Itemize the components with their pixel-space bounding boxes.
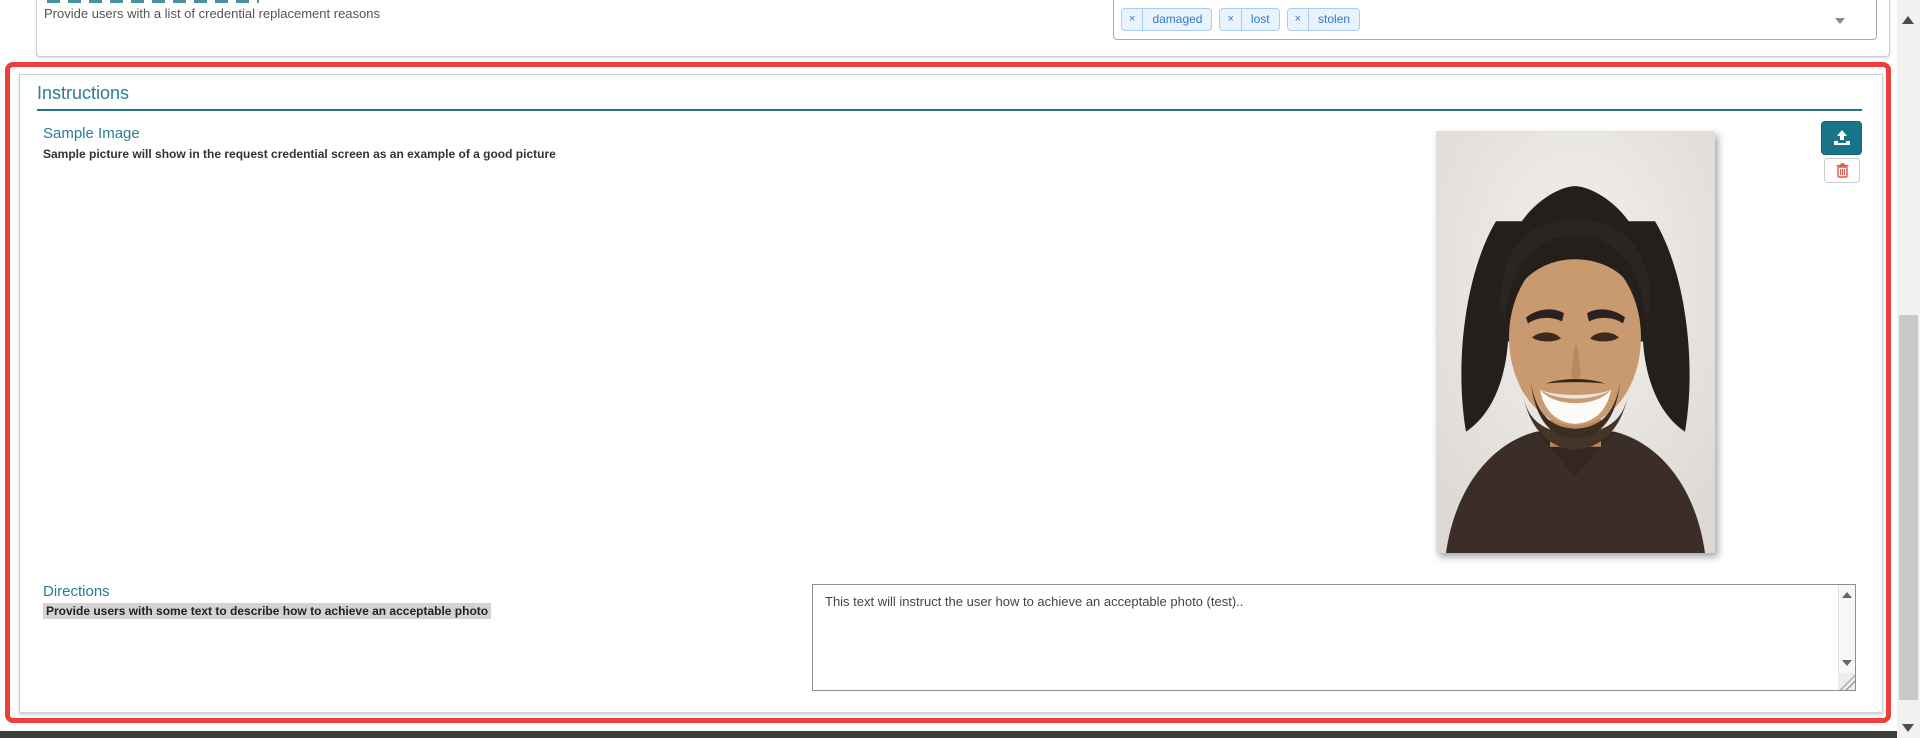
tag-label: lost bbox=[1250, 12, 1270, 26]
page-scrollbar[interactable] bbox=[1897, 0, 1920, 738]
bottom-edge-bar bbox=[0, 731, 1897, 738]
upload-image-button[interactable] bbox=[1821, 121, 1862, 155]
replacement-reasons-multiselect[interactable]: × damaged × lost × stolen bbox=[1113, 0, 1877, 40]
tag-lost: × lost bbox=[1219, 8, 1280, 31]
directions-textarea[interactable]: This text will instruct the user how to … bbox=[812, 584, 1856, 691]
portrait-illustration bbox=[1436, 131, 1715, 553]
scroll-up-icon[interactable] bbox=[1842, 592, 1852, 598]
directions-title: Directions bbox=[43, 583, 110, 600]
scroll-down-icon[interactable] bbox=[1842, 660, 1852, 666]
tag-remove-button[interactable]: × bbox=[1288, 9, 1310, 30]
scrollbar-down-icon[interactable] bbox=[1902, 724, 1914, 732]
chevron-down-icon[interactable] bbox=[1835, 18, 1845, 24]
tag-stolen: × stolen bbox=[1286, 8, 1361, 31]
tag-label: damaged bbox=[1152, 12, 1203, 26]
tag-label: stolen bbox=[1318, 12, 1351, 26]
replacement-reasons-help-text: Provide users with a list of credential … bbox=[44, 6, 380, 21]
tag-remove-button[interactable]: × bbox=[1220, 9, 1242, 30]
tag-damaged: × damaged bbox=[1121, 8, 1213, 31]
tag-remove-button[interactable]: × bbox=[1122, 9, 1144, 30]
scrollbar-thumb[interactable] bbox=[1899, 315, 1918, 700]
sample-photo bbox=[1436, 131, 1715, 553]
selected-tags-row: × damaged × lost × stolen bbox=[1121, 8, 1361, 31]
directions-textarea-value: This text will instruct the user how to … bbox=[825, 594, 1244, 609]
textarea-resize-handle[interactable] bbox=[1838, 673, 1855, 690]
instructions-section-title: Instructions bbox=[37, 83, 130, 103]
clipped-section-heading bbox=[47, 0, 259, 3]
trash-icon bbox=[1836, 163, 1848, 178]
directions-description: Provide users with some text to describe… bbox=[43, 603, 492, 619]
section-divider bbox=[37, 109, 1862, 111]
scrollbar-up-icon[interactable] bbox=[1902, 16, 1914, 24]
delete-image-button[interactable] bbox=[1824, 158, 1860, 183]
sample-image-description: Sample picture will show in the request … bbox=[43, 147, 556, 161]
upload-icon bbox=[1833, 130, 1850, 145]
sample-image-title: Sample Image bbox=[43, 125, 140, 142]
